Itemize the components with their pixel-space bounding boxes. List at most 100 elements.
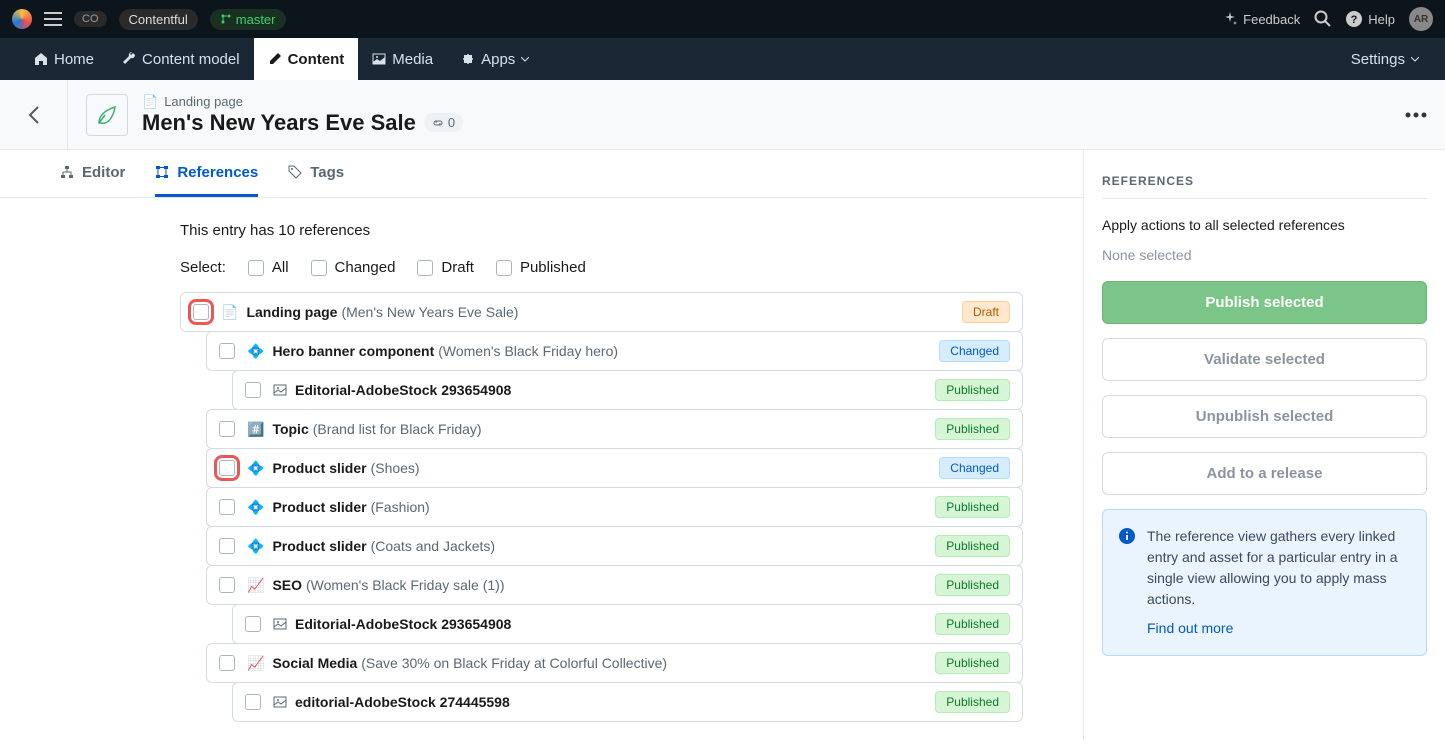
row-name: (Brand list for Black Friday) xyxy=(313,421,482,437)
reference-row[interactable]: 💠Product slider (Fashion)Published xyxy=(206,487,1023,527)
wrench-icon xyxy=(122,52,136,66)
reference-row[interactable]: editorial-AdobeStock 274445598 Published xyxy=(232,682,1023,722)
select-filters: Select: All Changed Draft Published xyxy=(180,259,1023,276)
status-badge: Published xyxy=(935,691,1010,713)
diamond-icon: 💠 xyxy=(247,460,264,477)
row-name: (Shoes) xyxy=(371,460,420,476)
tab-tags[interactable]: Tags xyxy=(288,150,344,197)
row-checkbox[interactable] xyxy=(193,304,209,320)
avatar[interactable]: AR xyxy=(1409,7,1433,31)
row-type: Product slider xyxy=(272,538,366,554)
validate-selected-button[interactable]: Validate selected xyxy=(1102,338,1427,381)
menu-icon[interactable] xyxy=(44,12,62,26)
nav-apps[interactable]: Apps xyxy=(447,38,543,80)
chart-icon: 📈 xyxy=(247,577,264,594)
image-icon xyxy=(273,383,287,397)
entry-header: 📄 Landing page Men's New Years Eve Sale … xyxy=(0,80,1445,150)
status-badge: Changed xyxy=(939,457,1010,479)
reference-row[interactable]: 💠Product slider (Coats and Jackets)Publi… xyxy=(206,526,1023,566)
tab-editor[interactable]: Editor xyxy=(60,150,125,197)
row-checkbox[interactable] xyxy=(219,421,235,437)
nav-content[interactable]: Content xyxy=(254,38,359,80)
row-checkbox[interactable] xyxy=(219,343,235,359)
references-sidebar: REFERENCES Apply actions to all selected… xyxy=(1084,150,1445,741)
nav-media[interactable]: Media xyxy=(358,38,447,80)
link-icon xyxy=(432,117,444,129)
diamond-icon: 💠 xyxy=(247,343,264,360)
sidebar-title: REFERENCES xyxy=(1102,174,1427,199)
branch-icon xyxy=(220,13,232,25)
add-to-release-button[interactable]: Add to a release xyxy=(1102,452,1427,495)
nav-content-model[interactable]: Content model xyxy=(108,38,254,80)
back-button[interactable] xyxy=(0,80,68,149)
image-icon xyxy=(372,52,386,66)
filter-changed[interactable]: Changed xyxy=(311,259,396,276)
tab-references[interactable]: References xyxy=(155,150,258,197)
filter-draft[interactable]: Draft xyxy=(417,259,474,276)
more-actions-button[interactable] xyxy=(1405,112,1427,118)
link-count-badge[interactable]: 0 xyxy=(424,113,463,132)
tag-icon xyxy=(288,165,302,179)
chart-icon: 📈 xyxy=(247,655,264,672)
row-checkbox[interactable] xyxy=(219,577,235,593)
reference-row[interactable]: 💠Product slider (Shoes)Changed xyxy=(206,448,1023,488)
find-out-more-link[interactable]: Find out more xyxy=(1147,618,1233,639)
row-checkbox[interactable] xyxy=(245,694,261,710)
leaf-icon xyxy=(93,101,121,129)
dots-icon xyxy=(1405,112,1427,118)
sparkle-icon xyxy=(1223,12,1237,26)
status-badge: Published xyxy=(935,418,1010,440)
puzzle-icon xyxy=(461,52,475,66)
home-icon xyxy=(34,52,48,66)
reference-row[interactable]: 📈Social Media (Save 30% on Black Friday … xyxy=(206,643,1023,683)
reference-row[interactable]: 💠 Hero banner component (Women's Black Fr… xyxy=(206,331,1023,371)
row-checkbox[interactable] xyxy=(245,616,261,632)
info-text: The reference view gathers every linked … xyxy=(1147,528,1398,607)
row-name: (Men's New Years Eve Sale) xyxy=(341,304,518,320)
diamond-icon: 💠 xyxy=(247,538,264,555)
environment-badge[interactable]: master xyxy=(210,9,286,30)
status-badge: Published xyxy=(935,652,1010,674)
info-icon xyxy=(1119,528,1135,639)
environment-name: master xyxy=(236,12,276,27)
tree-icon xyxy=(155,165,169,179)
main-nav: Home Content model Content Media Apps Se… xyxy=(0,38,1445,80)
help-link[interactable]: ? Help xyxy=(1346,11,1395,27)
reference-row[interactable]: 📄Landing page (Men's New Years Eve Sale)… xyxy=(180,292,1023,332)
unpublish-selected-button[interactable]: Unpublish selected xyxy=(1102,395,1427,438)
row-checkbox[interactable] xyxy=(219,499,235,515)
publish-selected-button[interactable]: Publish selected xyxy=(1102,281,1427,324)
row-checkbox[interactable] xyxy=(219,655,235,671)
nav-settings[interactable]: Settings xyxy=(1351,51,1425,68)
status-badge: Draft xyxy=(962,301,1010,323)
filter-published[interactable]: Published xyxy=(496,259,586,276)
row-name: (Fashion) xyxy=(371,499,430,515)
reference-count-summary: This entry has 10 references xyxy=(180,222,1023,239)
status-badge: Published xyxy=(935,379,1010,401)
reference-row[interactable]: 📈SEO (Women's Black Friday sale (1))Publ… xyxy=(206,565,1023,605)
feedback-link[interactable]: Feedback xyxy=(1223,12,1300,27)
reference-row[interactable]: #️⃣Topic (Brand list for Black Friday)Pu… xyxy=(206,409,1023,449)
space-badge[interactable]: Contentful xyxy=(119,9,198,30)
org-badge[interactable]: CO xyxy=(74,11,107,27)
row-type: Editorial-AdobeStock 293654908 xyxy=(295,616,511,632)
status-badge: Changed xyxy=(939,340,1010,362)
sitemap-icon xyxy=(60,165,74,179)
row-name: (Women's Black Friday hero) xyxy=(438,343,618,359)
row-checkbox[interactable] xyxy=(245,382,261,398)
row-type: SEO xyxy=(272,577,302,593)
nav-home[interactable]: Home xyxy=(20,38,108,80)
row-checkbox[interactable] xyxy=(219,538,235,554)
filter-all[interactable]: All xyxy=(248,259,289,276)
reference-row[interactable]: Editorial-AdobeStock 293654908 Published xyxy=(232,604,1023,644)
sidebar-subtitle: Apply actions to all selected references xyxy=(1102,217,1427,233)
row-type: editorial-AdobeStock 274445598 xyxy=(295,694,510,710)
page-icon: 📄 xyxy=(142,94,158,110)
contentful-logo-icon[interactable] xyxy=(12,9,32,29)
row-checkbox[interactable] xyxy=(219,460,235,476)
reference-row[interactable]: Editorial-AdobeStock 293654908Published xyxy=(232,370,1023,410)
search-icon[interactable] xyxy=(1314,10,1332,28)
status-badge: Published xyxy=(935,613,1010,635)
row-type: Hero banner component xyxy=(272,343,434,359)
entry-tabs: Editor References Tags xyxy=(0,150,1083,198)
